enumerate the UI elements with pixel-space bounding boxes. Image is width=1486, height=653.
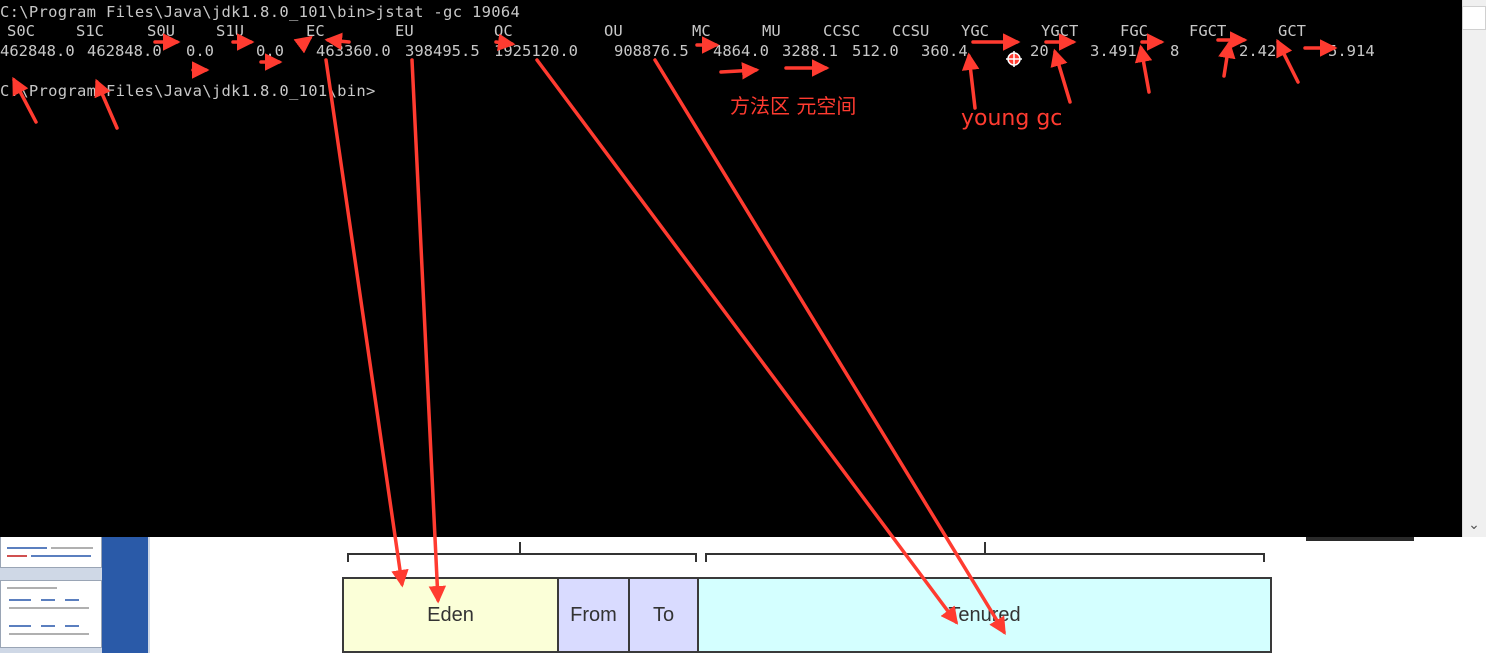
from-label: From bbox=[570, 603, 617, 626]
header-gct: GCT bbox=[1278, 22, 1306, 40]
header-oc: OC bbox=[494, 22, 513, 40]
scrollbar-thumb[interactable] bbox=[1462, 6, 1486, 30]
header-ccsu: CCSU bbox=[892, 22, 930, 40]
scroll-down-arrow-icon[interactable]: ⌄ bbox=[1462, 514, 1486, 536]
survivor-to-region: To bbox=[628, 577, 699, 653]
header-ou: OU bbox=[604, 22, 623, 40]
header-s1c: S1C bbox=[76, 22, 104, 40]
survivor-from-region: From bbox=[557, 577, 630, 653]
value-mc: 4864.0 bbox=[713, 42, 769, 60]
value-ou: 908876.5 bbox=[614, 42, 689, 60]
header-s0c: S0C bbox=[7, 22, 35, 40]
command-line: C:\Program Files\Java\jdk1.8.0_101\bin>j… bbox=[0, 3, 521, 21]
value-s1c: 462848.0 bbox=[87, 42, 162, 60]
value-gct: 5.914 bbox=[1328, 42, 1375, 60]
slide-thumbnail-2[interactable] bbox=[0, 580, 102, 648]
value-fgc: 8 bbox=[1170, 42, 1180, 60]
header-fgc: FGC bbox=[1120, 22, 1148, 40]
header-mu: MU bbox=[762, 22, 781, 40]
value-fgct: 2.42 bbox=[1239, 42, 1277, 60]
metaspace-note: 方法区 元空间 bbox=[730, 94, 857, 118]
tenured-label: Tenured bbox=[948, 603, 1021, 626]
to-label: To bbox=[652, 603, 675, 626]
value-ccsu: 360.4 bbox=[921, 42, 968, 60]
slide-thumbnail-panel bbox=[0, 536, 150, 653]
value-ccsc: 512.0 bbox=[852, 42, 899, 60]
value-s0u: 0.0 bbox=[186, 42, 214, 60]
tenured-region: Tenured bbox=[697, 577, 1272, 653]
eden-label: Eden bbox=[427, 603, 474, 626]
value-oc: 1925120.0 bbox=[494, 42, 578, 60]
slide-thumbnail-1[interactable] bbox=[0, 536, 102, 568]
header-ec: EC bbox=[306, 22, 325, 40]
old-gen-brace bbox=[705, 542, 1265, 562]
value-mu: 3288.1 bbox=[782, 42, 838, 60]
value-ygc: 20 bbox=[1030, 42, 1049, 60]
console-scrollbar[interactable] bbox=[1462, 0, 1486, 537]
header-fgct: FGCT bbox=[1189, 22, 1227, 40]
header-ccsc: CCSC bbox=[823, 22, 861, 40]
header-eu: EU bbox=[395, 22, 414, 40]
header-ygct: YGCT bbox=[1041, 22, 1079, 40]
young-gc-note: young gc bbox=[961, 106, 1063, 131]
header-ygc: YGC bbox=[961, 22, 989, 40]
value-s1u: 0.0 bbox=[256, 42, 284, 60]
header-s0u: S0U bbox=[147, 22, 175, 40]
slide-panel-accent bbox=[102, 536, 148, 653]
prompt-line[interactable]: C:\Program Files\Java\jdk1.8.0_101\bin> bbox=[0, 81, 376, 101]
eden-region: Eden bbox=[342, 577, 559, 653]
header-s1u: S1U bbox=[216, 22, 244, 40]
value-s0c: 462848.0 bbox=[0, 42, 75, 60]
value-ec: 463360.0 bbox=[316, 42, 391, 60]
header-mc: MC bbox=[692, 22, 711, 40]
young-gen-brace bbox=[347, 542, 697, 562]
value-ygct: 3.491 bbox=[1090, 42, 1137, 60]
crosshair-cursor-icon bbox=[1006, 51, 1022, 67]
value-eu: 398495.5 bbox=[405, 42, 480, 60]
console-window[interactable]: C:\Program Files\Java\jdk1.8.0_101\bin>j… bbox=[0, 0, 1462, 537]
